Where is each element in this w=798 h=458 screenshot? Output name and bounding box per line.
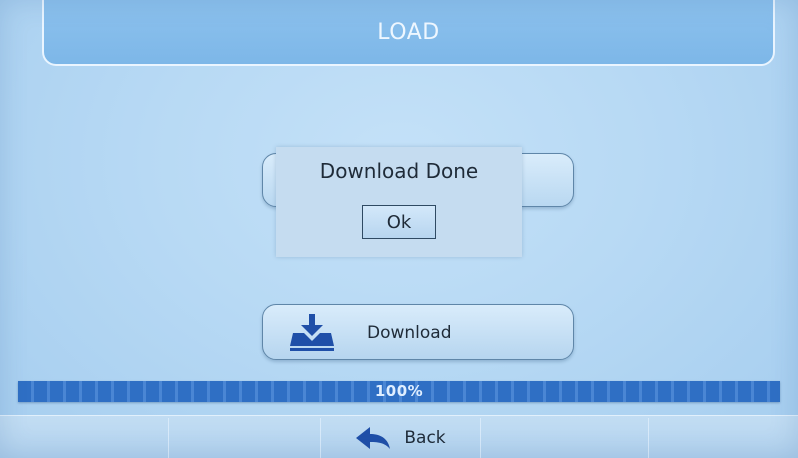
back-button-label: Back bbox=[404, 427, 446, 448]
page-title: LOAD bbox=[377, 19, 440, 45]
footer-divider bbox=[168, 418, 169, 458]
footer-divider bbox=[648, 418, 649, 458]
progress-bar: 100% bbox=[18, 381, 780, 402]
footer-divider bbox=[480, 418, 481, 458]
download-tray-icon bbox=[289, 313, 335, 353]
download-button-label: Download bbox=[367, 323, 452, 343]
download-done-dialog: Download Done Ok bbox=[276, 147, 522, 257]
back-arrow-icon bbox=[354, 425, 392, 451]
download-button[interactable]: Download bbox=[262, 304, 574, 360]
progress-percent: 100% bbox=[374, 382, 424, 400]
footer-bar: Back bbox=[0, 415, 798, 458]
dialog-message: Download Done bbox=[319, 159, 479, 183]
ok-button[interactable]: Ok bbox=[362, 205, 436, 239]
header-bar: LOAD bbox=[42, 0, 775, 66]
back-button[interactable]: Back bbox=[320, 416, 480, 458]
